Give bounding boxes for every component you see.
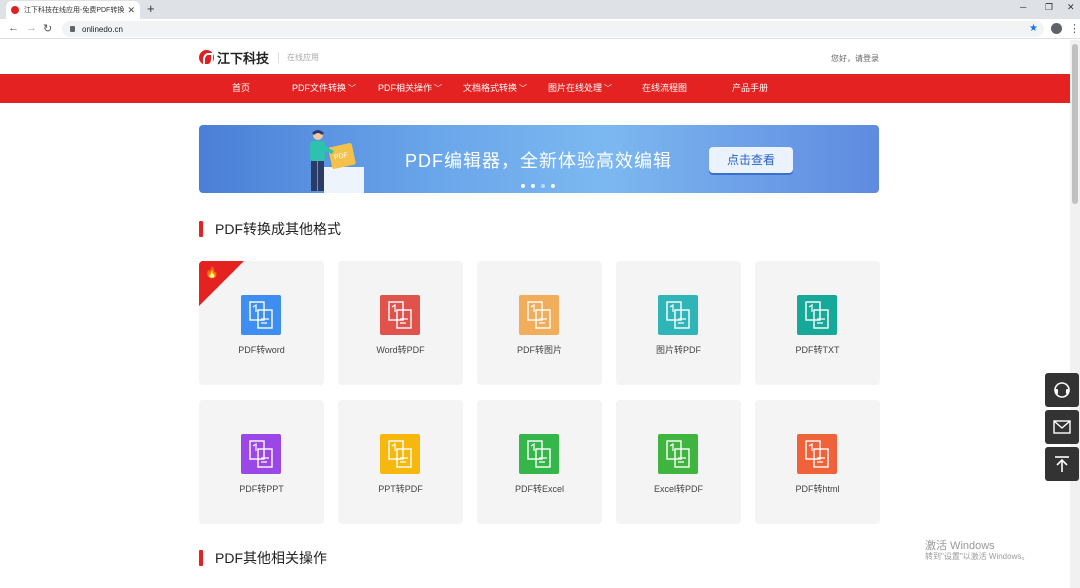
tool-card[interactable]: PDF转Excel [477, 400, 602, 524]
site-logo[interactable]: 江下科技 [199, 48, 269, 67]
logo-subtitle: 在线应用 [278, 52, 319, 63]
tool-card[interactable]: PDF转html [755, 400, 880, 524]
nav-label: 图片在线处理 [548, 83, 603, 93]
tool-label: PPT转PDF [378, 484, 423, 494]
login-link[interactable]: 您好，请登录 [831, 53, 879, 64]
section-title: PDF其他相关操作 [199, 548, 327, 568]
tool-label: PDF转PPT [239, 484, 284, 494]
browser-tab-bar: 江下科技在线应用-免费PDF转换 ✕ + ─ ❐ ✕ [0, 0, 1080, 19]
pdf-to-ppt-icon [241, 434, 281, 474]
browser-menu-icon[interactable]: ⋮ [1069, 22, 1080, 35]
carousel-dot[interactable] [531, 184, 535, 188]
pdf-to-image-icon [519, 295, 559, 335]
chevron-down-icon: ﹀ [434, 84, 443, 93]
tool-card[interactable]: PDF转TXT [755, 261, 880, 385]
banner-headline: PDF编辑器，全新体验高效编辑 [405, 151, 672, 171]
carousel-dot[interactable] [541, 184, 545, 188]
main-nav: 首页 PDF文件转换 ﹀ PDF相关操作 ﹀ 文档格式转换 ﹀ 图片在线处理 ﹀ 在线流… [0, 74, 1070, 103]
nav-pdf-file-convert[interactable]: PDF文件转换 ﹀ [292, 74, 356, 103]
excel-to-pdf-icon [658, 434, 698, 474]
pdf-to-html-icon [797, 434, 837, 474]
browser-tab[interactable]: 江下科技在线应用-免费PDF转换 ✕ [6, 1, 140, 19]
lock-icon [70, 26, 75, 32]
nav-label: 文档格式转换 [463, 83, 518, 93]
nav-label: 产品手册 [732, 83, 769, 93]
site-favicon-icon [11, 6, 19, 14]
chevron-down-icon: ﹀ [604, 84, 613, 93]
nav-label: PDF相关操作 [378, 83, 433, 93]
tool-card[interactable]: PDF转PPT [199, 400, 324, 524]
section-title: PDF转换成其他格式 [199, 219, 341, 239]
nav-home[interactable]: 首页 [232, 74, 250, 103]
flame-icon: 🔥 [205, 267, 219, 279]
tab-title: 江下科技在线应用-免费PDF转换 [24, 7, 125, 14]
message-button[interactable] [1045, 410, 1079, 444]
url-field[interactable]: onlinedo.cn ★ [62, 21, 1044, 37]
pdf-to-excel-icon [519, 434, 559, 474]
window-close-icon[interactable]: ✕ [1067, 2, 1075, 13]
address-bar: ← → ↻ onlinedo.cn ★ [0, 19, 1080, 39]
tool-label: Word转PDF [376, 345, 425, 355]
section-title-text: PDF转换成其他格式 [215, 221, 341, 237]
nav-label: 在线流程图 [642, 83, 688, 93]
carousel-dot[interactable] [521, 184, 525, 188]
tool-label: PDF转TXT [795, 345, 840, 355]
back-icon[interactable]: ← [8, 22, 19, 34]
carousel-dot[interactable] [551, 184, 555, 188]
tool-card[interactable]: PDF转图片 [477, 261, 602, 385]
nav-label: PDF文件转换 [292, 83, 347, 93]
nav-flowchart[interactable]: 在线流程图 [642, 74, 687, 103]
account-icon[interactable] [1051, 23, 1062, 34]
ppt-to-pdf-icon [380, 434, 420, 474]
windows-activation-hint: 转到"设置"以激活 Windows。 [925, 552, 1030, 561]
tool-label: Excel转PDF [653, 484, 703, 494]
new-tab-button[interactable]: + [147, 1, 155, 16]
url-text: onlinedo.cn [82, 24, 123, 34]
reload-icon[interactable]: ↻ [43, 22, 52, 35]
arrow-up-icon [1055, 456, 1069, 472]
pdf-to-word-icon [241, 295, 281, 335]
headset-icon [1054, 382, 1070, 398]
banner-view-button[interactable]: 点击查看 [709, 147, 793, 173]
tool-card[interactable]: 🔥 PDF转word [199, 261, 324, 385]
logo-text: 江下科技 [217, 51, 270, 66]
tool-label: 图片转PDF [655, 345, 701, 355]
tool-card[interactable]: Excel转PDF [616, 400, 741, 524]
nav-image-processing[interactable]: 图片在线处理 ﹀ [548, 74, 612, 103]
carousel-dots [521, 184, 561, 188]
chevron-down-icon: ﹀ [519, 84, 528, 93]
person-illustration-icon: PDF [310, 130, 364, 193]
page-scrollbar-thumb[interactable] [1072, 44, 1078, 204]
nav-manual[interactable]: 产品手册 [732, 74, 768, 103]
logo-icon [199, 50, 214, 66]
tool-label: PDF转word [238, 345, 285, 355]
tool-card[interactable]: 图片转PDF [616, 261, 741, 385]
section-accent-bar [199, 221, 203, 237]
promo-banner[interactable]: PDF PDF编辑器，全新体验高效编辑 点击查看 [199, 125, 879, 193]
nav-doc-convert[interactable]: 文档格式转换 ﹀ [463, 74, 527, 103]
minimize-icon[interactable]: ─ [1020, 2, 1026, 12]
forward-icon[interactable]: → [26, 22, 37, 34]
tool-label: PDF转图片 [516, 345, 562, 355]
tab-close-icon[interactable]: ✕ [127, 5, 135, 16]
word-to-pdf-icon [380, 295, 420, 335]
tool-label: PDF转html [795, 484, 840, 494]
image-to-pdf-icon [658, 295, 698, 335]
restore-icon[interactable]: ❐ [1045, 2, 1053, 13]
customer-service-button[interactable] [1045, 373, 1079, 407]
tool-label: PDF转Excel [514, 484, 564, 494]
section-accent-bar [199, 550, 203, 566]
nav-pdf-operations[interactable]: PDF相关操作 ﹀ [378, 74, 442, 103]
tool-card[interactable]: Word转PDF [338, 261, 463, 385]
bookmark-star-icon[interactable]: ★ [1029, 23, 1038, 34]
chevron-down-icon: ﹀ [348, 84, 357, 93]
back-to-top-button[interactable] [1045, 447, 1079, 481]
pdf-to-txt-icon [797, 295, 837, 335]
nav-label: 首页 [232, 83, 251, 93]
mail-icon [1053, 420, 1071, 434]
tool-card[interactable]: PPT转PDF [338, 400, 463, 524]
section-title-text: PDF其他相关操作 [215, 550, 327, 566]
